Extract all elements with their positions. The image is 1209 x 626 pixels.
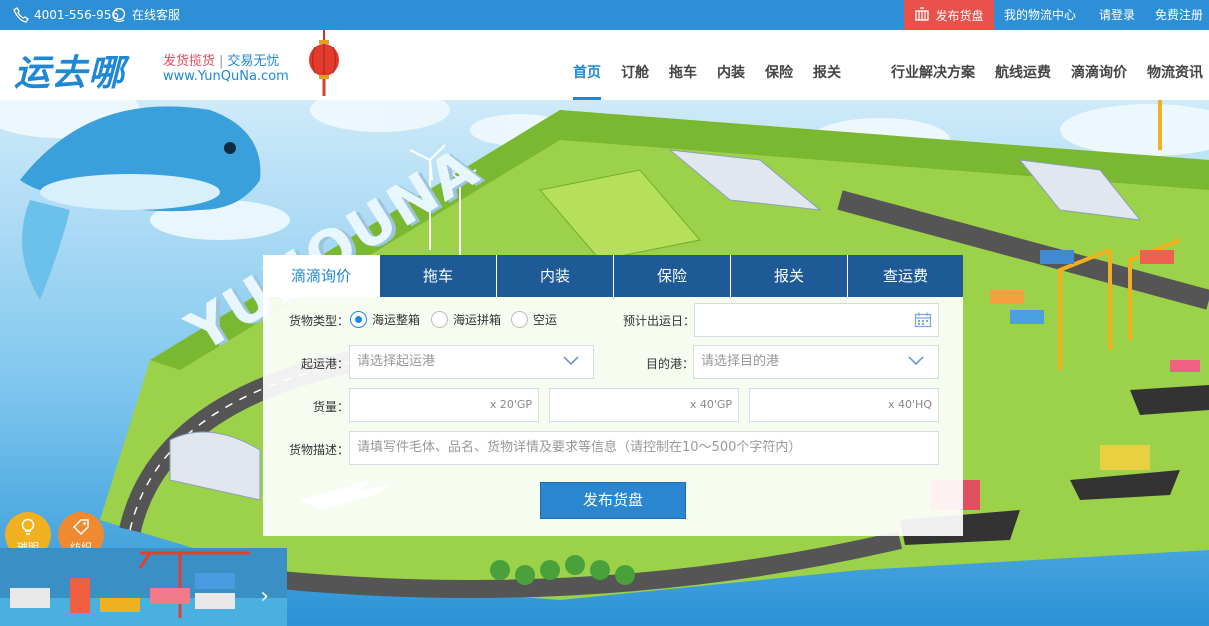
qty-20gp-input[interactable]: x 20'GP <box>349 388 539 422</box>
site-logo[interactable]: 运去哪 <box>14 44 125 96</box>
radio-lcl-dot[interactable] <box>431 311 448 328</box>
hotline[interactable]: 4001-556-956 <box>13 0 119 30</box>
online-service-label: 在线客服 <box>132 8 181 22</box>
radio-fcl-dot[interactable] <box>350 311 367 328</box>
dest-port-label: 目的港： <box>646 357 695 371</box>
nav-route-freight[interactable]: 航线运费 <box>995 62 1051 82</box>
hotline-number: 4001-556-956 <box>34 8 120 22</box>
chevron-down-icon <box>908 356 924 366</box>
qty-20gp-unit: x 20'GP <box>489 398 532 411</box>
radio-fcl-label: 海运整箱 <box>372 313 421 327</box>
banner-illustration <box>0 548 287 626</box>
inquiry-panel: 滴滴询价 拖车 内装 保险 报关 查运费 货物类型： 海运整箱 海运拼箱 空运 … <box>263 255 963 536</box>
dest-port-select[interactable]: 请选择目的港 <box>693 345 939 379</box>
nav-logistics-news[interactable]: 物流资讯 <box>1147 62 1203 82</box>
calendar-icon[interactable] <box>914 311 932 329</box>
etd-date-input[interactable] <box>694 303 939 337</box>
lantern-icon <box>309 30 339 96</box>
publish-cargo-button[interactable]: 发布货盘 <box>540 482 686 519</box>
nav-insurance[interactable]: 保险 <box>765 62 793 82</box>
lightbulb-icon <box>21 518 35 535</box>
radio-air[interactable]: 空运 <box>511 311 557 328</box>
chevron-right-icon[interactable]: › <box>260 584 269 609</box>
phone-icon <box>13 7 29 23</box>
online-service-link[interactable]: 在线客服 <box>111 0 180 30</box>
container-icon <box>914 6 930 25</box>
origin-port-select[interactable]: 请选择起运港 <box>349 345 594 379</box>
tab-trucking[interactable]: 拖车 <box>379 255 496 297</box>
nav-customs[interactable]: 报关 <box>813 62 841 82</box>
origin-port-label: 起运港： <box>301 357 350 371</box>
radio-air-label: 空运 <box>533 313 558 327</box>
description-label: 货物描述： <box>289 443 350 457</box>
radio-air-dot[interactable] <box>511 311 528 328</box>
slogan-separator: | <box>219 54 224 69</box>
publish-cargo-top-button[interactable]: 发布货盘 <box>904 0 994 30</box>
chevron-down-icon <box>563 356 579 366</box>
description-input[interactable]: 请填写件毛体、品名、货物详情及要求等信息（请控制在10～500个字符内） <box>349 431 939 465</box>
etd-label: 预计出运日： <box>623 314 696 328</box>
tab-customs[interactable]: 报关 <box>730 255 847 297</box>
qty-40gp-unit: x 40'GP <box>689 398 732 411</box>
tab-freight-lookup[interactable]: 查运费 <box>847 255 963 297</box>
industry-banner[interactable]: › <box>0 548 287 626</box>
headset-icon <box>111 7 127 23</box>
nav-didi-inquiry[interactable]: 滴滴询价 <box>1071 62 1127 82</box>
origin-port-placeholder: 请选择起运港 <box>357 354 436 369</box>
publish-cargo-top-label: 发布货盘 <box>935 8 984 23</box>
radio-lcl[interactable]: 海运拼箱 <box>431 311 501 328</box>
site-header: 运去哪 发货揽货 | 交易无忧 www.YunQuNa.com 首页 订舱 拖车 内… <box>0 30 1209 100</box>
my-logistics-link[interactable]: 我的物流中心 <box>1004 0 1076 30</box>
tab-insurance[interactable]: 保险 <box>613 255 730 297</box>
login-link[interactable]: 请登录 <box>1099 0 1135 30</box>
register-link[interactable]: 免费注册 <box>1155 0 1203 30</box>
top-bar: 4001-556-956 在线客服 发布货盘 我的物流中心 请登录 免费注册 <box>0 0 1209 30</box>
nav-home[interactable]: 首页 <box>573 62 601 82</box>
qty-40hq-input[interactable]: x 40'HQ <box>749 388 939 422</box>
quantity-label: 货量： <box>313 400 350 414</box>
tab-loading[interactable]: 内装 <box>496 255 613 297</box>
site-domain: www.YunQuNa.com <box>163 69 289 84</box>
tag-icon <box>72 519 89 536</box>
service-tabs: 滴滴询价 拖车 内装 保险 报关 查运费 <box>263 255 963 297</box>
slogan: 发货揽货 | 交易无忧 <box>163 50 279 69</box>
nav-booking[interactable]: 订舱 <box>621 62 649 82</box>
radio-fcl[interactable]: 海运整箱 <box>350 311 420 328</box>
slogan-part-2: 交易无忧 <box>227 54 280 69</box>
nav-trucking[interactable]: 拖车 <box>669 62 697 82</box>
qty-40gp-input[interactable]: x 40'GP <box>549 388 739 422</box>
slogan-part-1: 发货揽货 <box>163 54 216 69</box>
qty-40hq-unit: x 40'HQ <box>888 398 932 411</box>
radio-lcl-label: 海运拼箱 <box>453 313 502 327</box>
nav-loading[interactable]: 内装 <box>717 62 745 82</box>
nav-industry-solutions[interactable]: 行业解决方案 <box>891 62 975 82</box>
cargo-type-label: 货物类型： <box>289 314 350 328</box>
description-placeholder: 请填写件毛体、品名、货物详情及要求等信息（请控制在10～500个字符内） <box>357 440 802 455</box>
tab-didi-inquiry[interactable]: 滴滴询价 <box>263 255 379 297</box>
dest-port-placeholder: 请选择目的港 <box>701 354 780 369</box>
